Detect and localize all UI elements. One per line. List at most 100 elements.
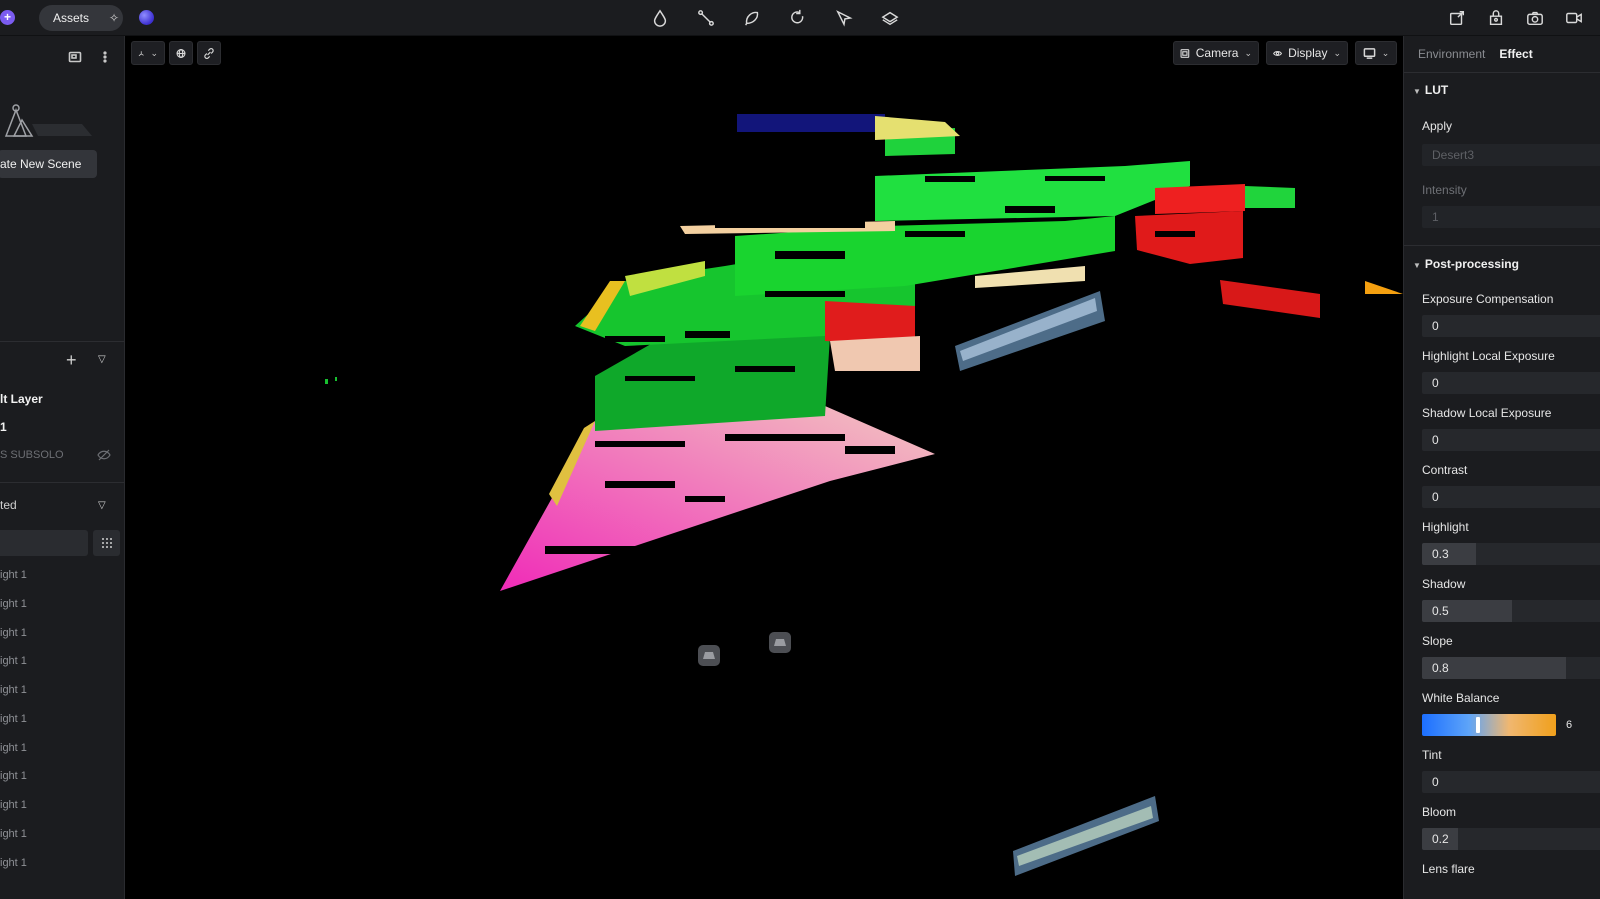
- assets-button[interactable]: Assets ✧: [39, 5, 123, 31]
- highlight-label: Highlight: [1422, 520, 1469, 534]
- layers-icon[interactable]: [878, 6, 902, 30]
- slope-value: 0.8: [1432, 661, 1449, 675]
- grid-view-button[interactable]: [93, 530, 120, 556]
- select-arrow-icon[interactable]: [832, 6, 856, 30]
- highlight-local-exposure-value: 0: [1432, 376, 1439, 390]
- slope-slider[interactable]: 0.8: [1422, 657, 1600, 679]
- list-item[interactable]: ight 1: [0, 799, 27, 811]
- tint-input[interactable]: 0: [1422, 771, 1600, 793]
- assets-label: Assets: [53, 11, 90, 25]
- list-item[interactable]: ight 1: [0, 828, 27, 840]
- view-layout-dropdown[interactable]: ⌄: [1355, 41, 1397, 65]
- left-panel: ate New Scene + ▽ lt Layer 1 S SUBSOLO t…: [0, 36, 125, 899]
- list-item[interactable]: ight 1: [0, 742, 27, 754]
- list-item[interactable]: ight 1: [0, 598, 27, 610]
- bloom-label: Bloom: [1422, 805, 1457, 819]
- save-lock-icon[interactable]: [1484, 6, 1508, 30]
- tab-environment[interactable]: Environment: [1418, 47, 1485, 61]
- shadow-value: 0.5: [1432, 604, 1449, 618]
- slider-handle[interactable]: [1475, 717, 1480, 733]
- apply-label: Apply: [1422, 119, 1453, 133]
- top-bar: + Assets ✧: [0, 0, 1600, 36]
- create-new-scene-button[interactable]: ate New Scene: [0, 150, 97, 178]
- post-processing-section-header[interactable]: ▼ Post-processing: [1413, 257, 1519, 271]
- shadow-local-exposure-value: 0: [1432, 433, 1439, 447]
- contrast-value: 0: [1432, 490, 1439, 504]
- exposure-compensation-input[interactable]: 0: [1422, 315, 1600, 337]
- tab-effect[interactable]: Effect: [1499, 47, 1532, 61]
- link-icon: [204, 47, 214, 59]
- left-panel-actions: [68, 50, 112, 67]
- app-logo[interactable]: +: [0, 10, 15, 25]
- lasso-icon[interactable]: [740, 6, 764, 30]
- camera-dropdown[interactable]: Camera ⌄: [1173, 41, 1259, 65]
- chevron-down-icon: ▼: [1413, 261, 1421, 270]
- point-cloud-scene: [325, 114, 1403, 876]
- filter-icon[interactable]: ▽: [98, 354, 106, 365]
- bloom-slider[interactable]: 0.2: [1422, 828, 1600, 850]
- panel-layout-icon[interactable]: [68, 50, 82, 67]
- chevron-down-icon: ⌄: [1244, 47, 1252, 58]
- eye-off-icon[interactable]: [97, 449, 111, 461]
- selected-header: ted ▽: [0, 498, 124, 512]
- view-layout-icon: [1363, 47, 1376, 59]
- rotate-icon[interactable]: [786, 6, 810, 30]
- intensity-label: Intensity: [1422, 183, 1467, 197]
- transform-gizmo-button[interactable]: ⌄: [131, 41, 165, 65]
- drop-icon[interactable]: [648, 6, 672, 30]
- right-panel: Environment Effect ▼ LUT Apply Desert3 In…: [1403, 36, 1600, 899]
- display-label: Display: [1288, 46, 1328, 60]
- more-options-icon[interactable]: [98, 50, 112, 67]
- lut-section-header[interactable]: ▼ LUT: [1413, 83, 1448, 97]
- search-input[interactable]: [0, 530, 88, 556]
- white-balance-slider[interactable]: [1422, 714, 1556, 736]
- highlight-slider[interactable]: 0.3: [1422, 543, 1600, 565]
- globe-icon: [176, 48, 186, 58]
- list-item[interactable]: ight 1: [0, 770, 27, 782]
- tab-bar: Environment Effect: [1418, 47, 1533, 61]
- layer-1[interactable]: 1: [0, 420, 7, 434]
- selected-label: ted: [0, 498, 17, 512]
- shadow-local-exposure-input[interactable]: 0: [1422, 429, 1600, 451]
- chevron-down-icon: ⌄: [1333, 47, 1341, 58]
- highlight-local-exposure-input[interactable]: 0: [1422, 372, 1600, 394]
- contrast-label: Contrast: [1422, 463, 1468, 477]
- bloom-value: 0.2: [1432, 832, 1449, 846]
- sparkle-icon: ✧: [109, 11, 120, 25]
- list-item[interactable]: ight 1: [0, 684, 27, 696]
- lut-select[interactable]: Desert3: [1422, 144, 1600, 166]
- shadow-label: Shadow: [1422, 577, 1466, 591]
- list-item[interactable]: ight 1: [0, 713, 27, 725]
- add-layer-icon[interactable]: +: [66, 350, 77, 371]
- layer-subsolo[interactable]: S SUBSOLO: [0, 449, 64, 461]
- display-dropdown[interactable]: Display ⌄: [1266, 41, 1348, 65]
- tint-value: 0: [1432, 775, 1439, 789]
- camera-icon[interactable]: [1523, 6, 1547, 30]
- camera-frame-icon: [1180, 48, 1190, 58]
- white-balance-label: White Balance: [1422, 691, 1500, 705]
- empty-scene-illustration-icon: [4, 104, 92, 137]
- slider-fill: [1422, 543, 1476, 565]
- layers-header: + ▽: [0, 350, 124, 374]
- slope-label: Slope: [1422, 634, 1453, 648]
- bone-icon[interactable]: [694, 6, 718, 30]
- ai-orb-icon[interactable]: [139, 10, 154, 25]
- list-item[interactable]: ight 1: [0, 569, 27, 581]
- lut-title: LUT: [1424, 83, 1449, 97]
- contrast-input[interactable]: 0: [1422, 486, 1600, 508]
- shadow-local-exposure-label: Shadow Local Exposure: [1422, 406, 1552, 420]
- list-item[interactable]: ight 1: [0, 627, 27, 639]
- camera-label: Camera: [1195, 46, 1239, 60]
- filter-icon[interactable]: ▽: [98, 500, 106, 511]
- shadow-slider[interactable]: 0.5: [1422, 600, 1600, 622]
- snap-button[interactable]: [197, 41, 221, 65]
- intensity-input[interactable]: 1: [1422, 206, 1600, 228]
- list-item[interactable]: ight 1: [0, 857, 27, 869]
- video-icon[interactable]: [1562, 6, 1586, 30]
- divider: [0, 482, 124, 483]
- 3d-viewport[interactable]: ⌄ Camera ⌄ Display ⌄ ⌄: [125, 36, 1403, 899]
- layer-default[interactable]: lt Layer: [0, 392, 43, 406]
- global-space-button[interactable]: [169, 41, 193, 65]
- share-image-icon[interactable]: [1445, 6, 1469, 30]
- list-item[interactable]: ight 1: [0, 655, 27, 667]
